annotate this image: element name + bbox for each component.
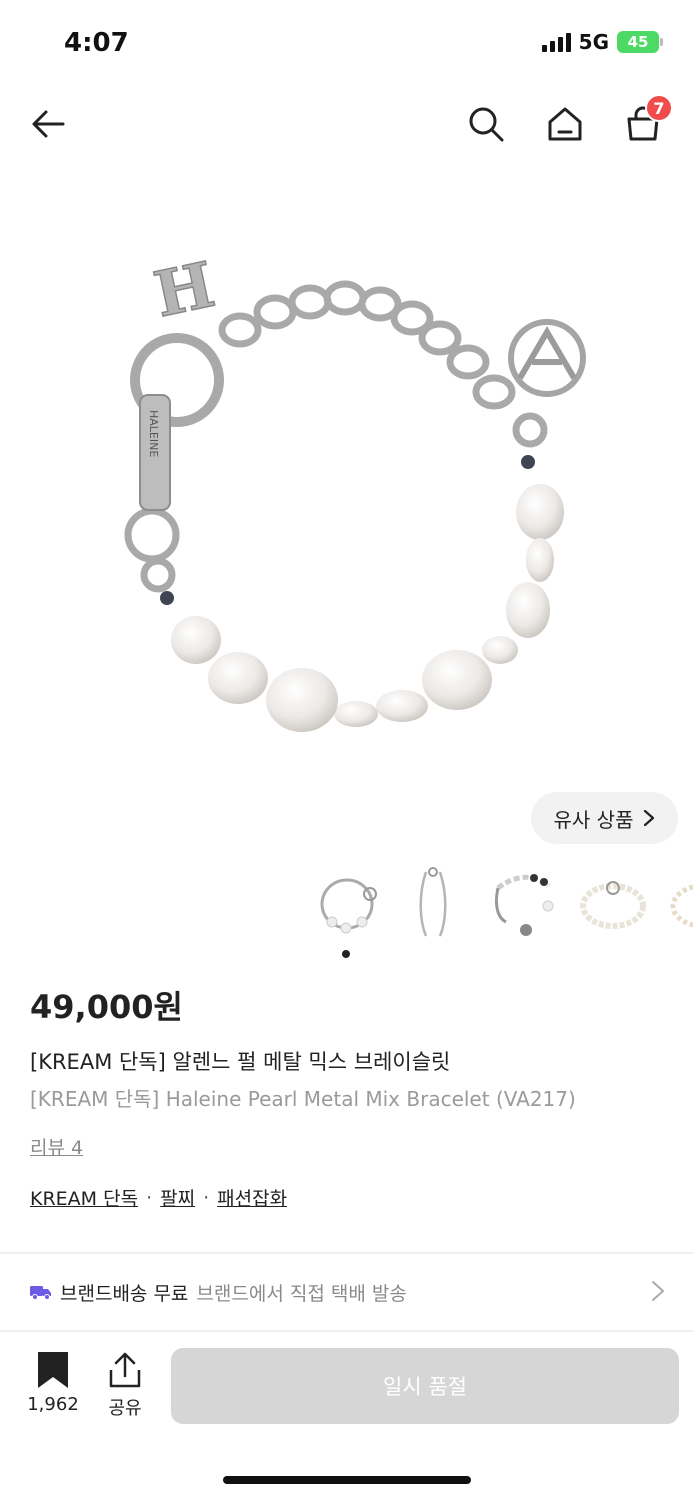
thumbnail-image[interactable] [396,866,470,940]
home-icon [548,107,582,141]
category-separator: · [203,1186,210,1209]
thumbnail-strip [310,866,693,946]
status-indicators: 5G 45 [541,30,663,54]
cart-button[interactable]: 7 [619,94,673,148]
category-link-bracelet[interactable]: 팔찌 [160,1184,195,1211]
review-link[interactable]: 리뷰 4 [30,1133,83,1160]
category-link-accessories[interactable]: 패션잡화 [217,1184,287,1211]
truck-icon [30,1286,51,1300]
svg-text:HALEINE: HALEINE [147,410,160,457]
shipping-description: 브랜드에서 직접 택배 발송 [196,1282,407,1305]
divider [0,1252,693,1254]
search-button[interactable] [462,100,510,148]
share-label: 공유 [108,1398,142,1419]
thumbnail-image[interactable] [310,866,384,940]
chevron-right-icon [644,809,655,827]
share-icon [109,1352,141,1388]
product-title-english: [KREAM 단독] Haleine Pearl Metal Mix Brace… [30,1087,576,1111]
sold-out-button[interactable]: 일시 품절 [171,1348,679,1424]
cart-count-badge: 7 [645,94,673,122]
carousel-indicator [342,950,350,958]
top-navigation: 7 [0,92,693,156]
shipping-info-row[interactable]: 브랜드배송 무료 브랜드에서 직접 택배 발송 [0,1260,693,1324]
similar-products-label: 유사 상품 [553,807,634,832]
shipping-label: 브랜드배송 무료 [60,1282,189,1305]
search-icon [469,107,504,142]
product-price: 49,000원 [30,988,183,1026]
share-button[interactable]: 공유 [100,1352,150,1420]
status-time: 4:07 [64,28,129,58]
bookmark-button[interactable]: 1,962 [20,1352,86,1415]
category-separator: · [146,1186,153,1209]
back-button[interactable] [24,100,72,148]
chevron-right-icon [652,1281,664,1301]
thumbnail-image[interactable] [576,866,650,940]
product-image[interactable]: H HALEINE [100,230,600,750]
category-link-exclusive[interactable]: KREAM 단독 [30,1184,138,1211]
status-bar: 4:07 5G 45 [0,0,693,90]
divider [0,1330,693,1332]
svg-text:H: H [148,248,220,332]
bookmark-icon [38,1352,68,1388]
product-title-korean: [KREAM 단독] 알렌느 펄 메탈 믹스 브레이슬릿 [30,1050,451,1074]
network-type: 5G [578,30,609,54]
category-links: KREAM 단독 · 팔찌 · 패션잡화 [30,1184,287,1211]
thumbnail-image[interactable] [666,866,693,940]
back-arrow-icon [32,110,65,138]
home-indicator [223,1476,471,1484]
thumbnail-image[interactable] [486,866,560,940]
home-button[interactable] [541,100,589,148]
signal-icon [541,32,571,52]
battery-icon: 45 [617,31,663,53]
similar-products-button[interactable]: 유사 상품 [531,792,678,844]
bottom-action-bar: 1,962 공유 일시 품절 [0,1334,693,1444]
bookmark-count: 1,962 [27,1394,79,1415]
battery-level: 45 [627,33,649,51]
